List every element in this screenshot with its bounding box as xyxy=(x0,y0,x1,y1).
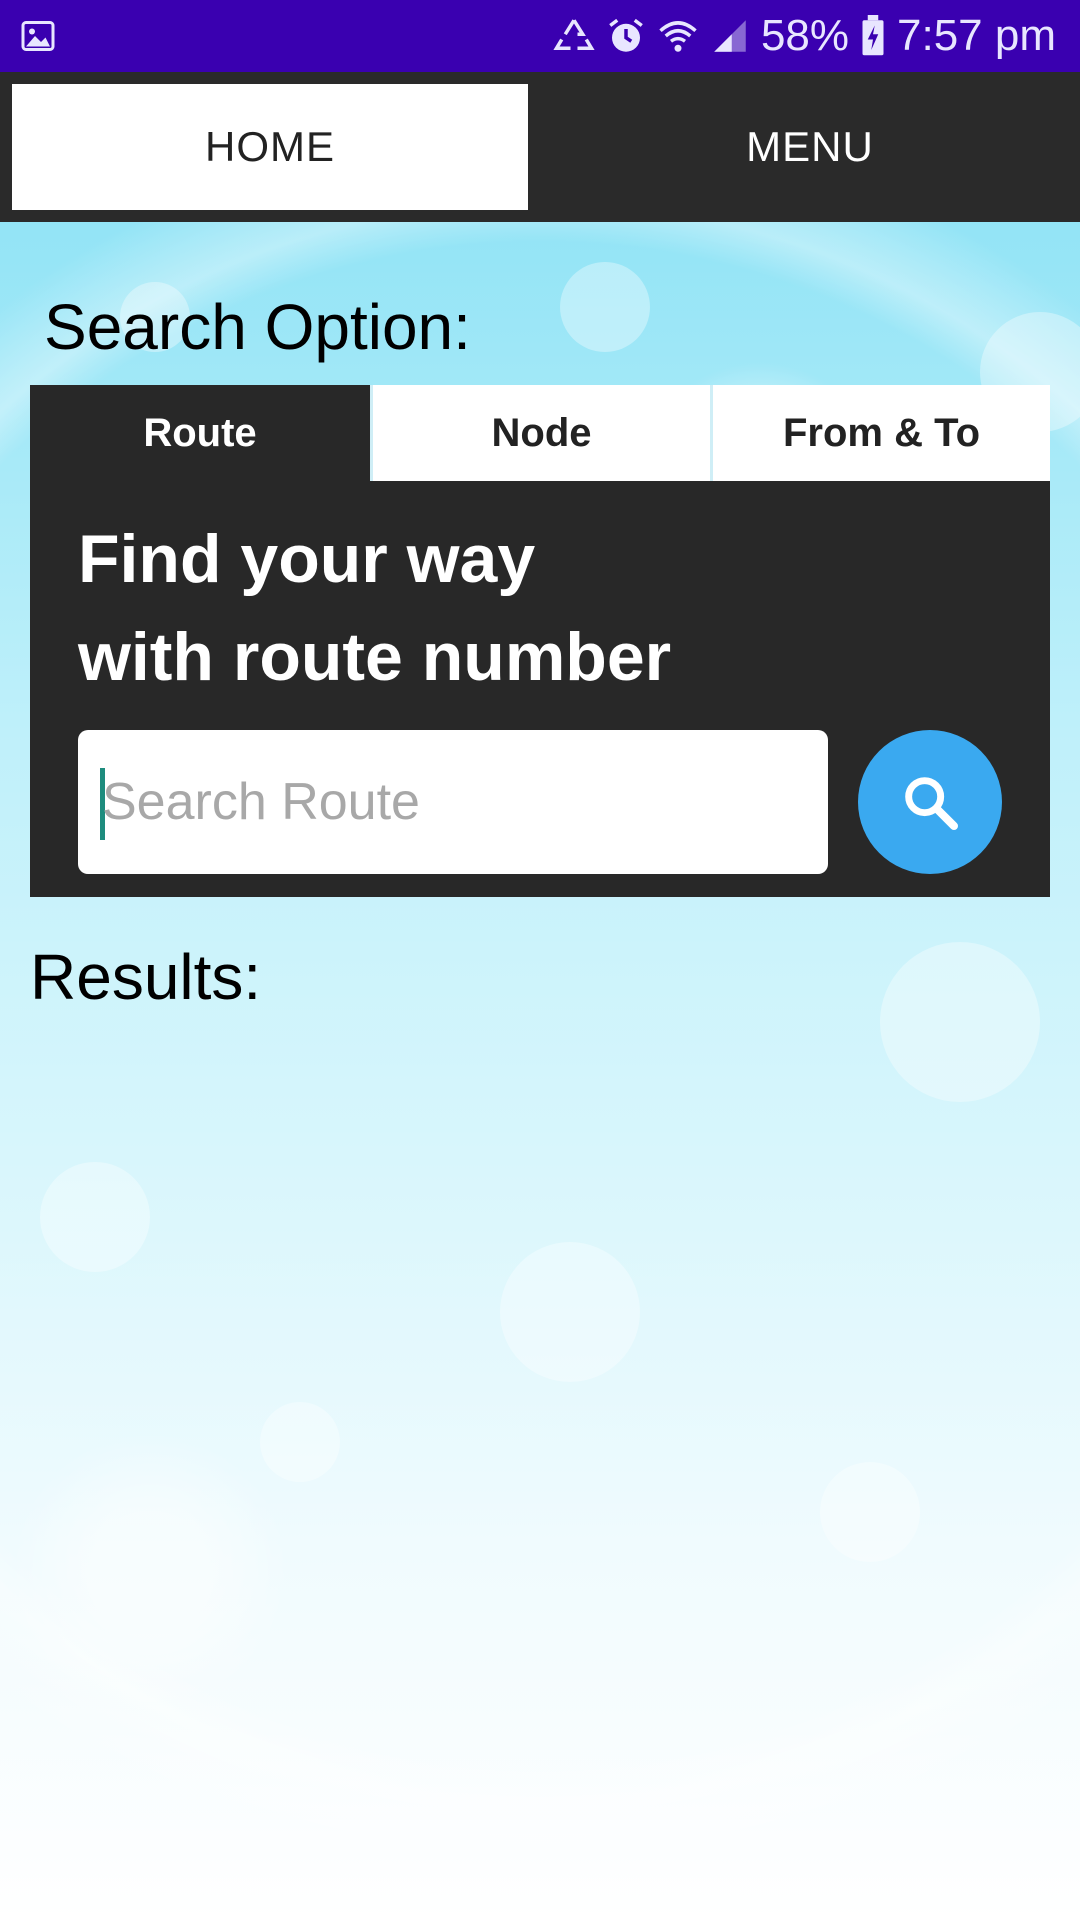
battery-charging-icon xyxy=(859,15,887,57)
tab-route[interactable]: Route xyxy=(30,385,370,481)
search-option-title: Search Option: xyxy=(44,291,471,363)
tab-node[interactable]: Node xyxy=(370,385,710,481)
recycle-icon xyxy=(553,15,595,57)
search-input-container[interactable] xyxy=(78,730,828,874)
wifi-icon xyxy=(657,15,699,57)
signal-icon xyxy=(709,15,751,57)
headline-line-2: with route number xyxy=(78,619,672,695)
alarm-icon xyxy=(605,15,647,57)
gallery-icon xyxy=(20,18,56,54)
battery-percent: 58% xyxy=(760,11,850,60)
tab-menu[interactable]: MENU xyxy=(540,84,1080,210)
clock-time: 7:57 pm xyxy=(897,11,1056,60)
status-icons: 58% 7:57 pm xyxy=(553,0,1056,72)
top-nav: HOME MENU xyxy=(0,72,1080,222)
app-screen: 58% 7:57 pm HOME MENU Search Option: Rou… xyxy=(0,0,1080,1920)
results-title: Results: xyxy=(30,941,262,1013)
search-icon xyxy=(898,770,962,834)
headline-line-1: Find your way xyxy=(78,521,536,597)
tab-from-to[interactable]: From & To xyxy=(710,385,1050,481)
tab-home[interactable]: HOME xyxy=(12,84,528,210)
status-bar: 58% 7:57 pm xyxy=(0,0,1080,72)
search-route-input[interactable] xyxy=(102,754,802,850)
search-panel: Route Node From & To Find your way with … xyxy=(30,385,1050,897)
panel-headline: Find your way with route number xyxy=(78,510,671,706)
search-type-tabs: Route Node From & To xyxy=(30,385,1050,481)
search-button[interactable] xyxy=(858,730,1002,874)
